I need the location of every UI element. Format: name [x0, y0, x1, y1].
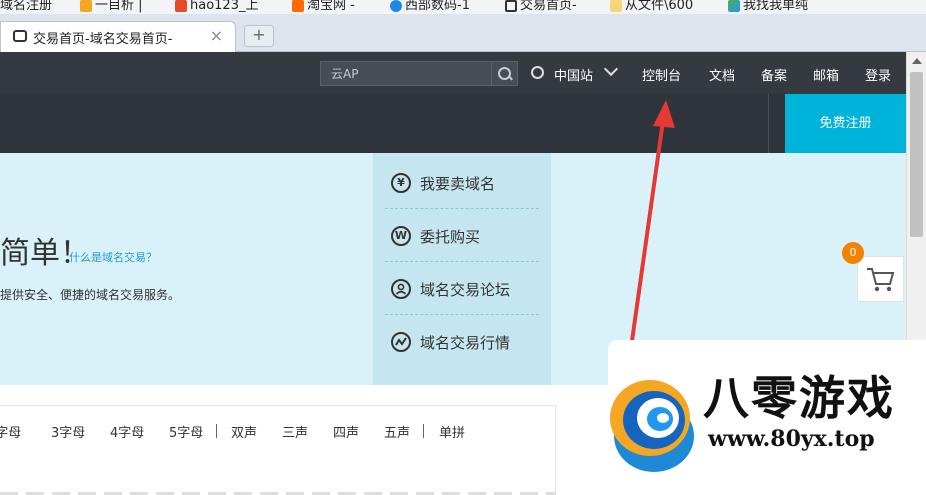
side-menu: ¥ 我要卖域名 W 委托购买 域名交易论坛 域名交易行情 [373, 153, 551, 385]
bookmark-label: 西部数码-1 [405, 0, 470, 13]
annotation-arrow [630, 100, 675, 342]
bookmark-icon [505, 0, 517, 12]
bookmark-label: hao123_上 [190, 0, 259, 13]
yen-icon: ¥ [391, 173, 411, 193]
bookmark-label: 淘宝网 - [307, 0, 355, 13]
w-icon: W [391, 226, 411, 246]
bookmark-item[interactable]: 我找我单纯 [728, 0, 808, 13]
bookmark-item[interactable]: 淘宝网 - [292, 0, 355, 13]
watermark-title: 八零游戏 [703, 371, 895, 425]
new-tab-button[interactable]: + [244, 25, 274, 47]
sub-nav: 免费注册 [0, 94, 906, 153]
bookmark-icon [292, 0, 304, 12]
wave-logo-icon [610, 380, 694, 472]
filter-quad-pinyin[interactable]: 四声 [333, 422, 359, 441]
hero-description: 提供安全、便捷的域名交易服务。 [0, 288, 181, 302]
bookmark-icon [728, 0, 740, 12]
person-icon [391, 279, 411, 299]
bookmark-label: 从文件\600 [625, 0, 694, 13]
filter-panel [0, 405, 556, 495]
trend-icon [391, 332, 411, 352]
tab-title: 交易首页-域名交易首页- [33, 32, 173, 47]
nav-console[interactable]: 控制台 [642, 65, 681, 84]
bookmark-item[interactable]: 西部数码-1 [390, 0, 470, 13]
free-register-button[interactable]: 免费注册 [785, 94, 906, 153]
bookmark-icon [175, 0, 187, 12]
bookmark-item[interactable]: 域名注册 [0, 0, 52, 13]
filter-triple-pinyin[interactable]: 三声 [282, 422, 308, 441]
search-icon-handle [508, 75, 513, 81]
divider [768, 94, 769, 153]
nav-login[interactable]: 登录 [865, 65, 891, 84]
bookmark-item[interactable]: 交易首页- [505, 0, 577, 13]
globe-icon [531, 66, 544, 79]
filter-double-pinyin[interactable]: 双声 [231, 422, 257, 441]
menu-item-label: 域名交易论坛 [420, 281, 511, 299]
what-is-trading-link[interactable]: 什么是域名交易？ [69, 249, 157, 265]
watermark-url: www.80yx.top [708, 426, 875, 452]
search-button[interactable] [491, 62, 517, 85]
scrollbar-thumb[interactable] [910, 72, 923, 237]
page-icon [13, 30, 27, 42]
filter-separator [423, 424, 424, 438]
bookmark-label: 一目析 | [95, 0, 143, 13]
filter-2-letter[interactable]: 2字母 [0, 422, 21, 441]
filter-single-pinyin[interactable]: 单拼 [439, 422, 465, 441]
filter-separator [216, 424, 217, 438]
close-icon[interactable]: × [210, 26, 223, 45]
filter-5-letter[interactable]: 5字母 [169, 422, 203, 441]
nav-mail[interactable]: 邮箱 [813, 65, 839, 84]
filter-five-pinyin[interactable]: 五声 [384, 422, 410, 441]
bookmark-label: 交易首页- [520, 0, 577, 13]
menu-item-market[interactable]: 域名交易行情 [385, 315, 539, 367]
bookmark-item[interactable]: 一目析 | [80, 0, 143, 13]
bookmark-icon [390, 0, 402, 12]
scroll-up-icon[interactable] [912, 58, 922, 64]
bookmark-icon [80, 0, 92, 12]
top-nav: 云AP 中国站 控制台 文档 备案 邮箱 登录 [0, 52, 906, 94]
menu-item-sell-domain[interactable]: ¥ 我要卖域名 [385, 156, 539, 209]
tab-strip: 交易首页-域名交易首页- × + [0, 14, 926, 52]
bookmark-item[interactable]: 从文件\600 [610, 0, 693, 13]
bookmarks-bar: 域名注册 一目析 | hao123_上 淘宝网 - 西部数码-1 交易首页- 从… [0, 0, 926, 14]
filter-3-letter[interactable]: 3字母 [51, 422, 85, 441]
watermark: 八零游戏 www.80yx.top [608, 340, 926, 495]
menu-item-entrust-buy[interactable]: W 委托购买 [385, 209, 539, 262]
folder-icon [610, 0, 622, 12]
nav-beian[interactable]: 备案 [761, 65, 787, 84]
menu-item-label: 域名交易行情 [420, 334, 511, 352]
nav-docs[interactable]: 文档 [709, 65, 735, 84]
cart-count-badge: 0 [842, 242, 864, 264]
cart-icon [867, 268, 895, 292]
search-placeholder: 云AP [331, 67, 359, 81]
filter-4-letter[interactable]: 4字母 [110, 422, 144, 441]
bookmark-label: 域名注册 [0, 0, 53, 13]
menu-item-label: 委托购买 [420, 228, 481, 246]
cart-button[interactable] [857, 256, 904, 302]
bookmark-item[interactable]: hao123_上 [175, 0, 258, 13]
region-selector[interactable]: 中国站 [554, 65, 593, 84]
chevron-down-icon[interactable] [603, 61, 619, 77]
browser-tab[interactable]: 交易首页-域名交易首页- × [0, 21, 236, 52]
menu-item-label: 我要卖域名 [420, 175, 496, 193]
search-input[interactable]: 云AP [320, 61, 518, 86]
menu-item-forum[interactable]: 域名交易论坛 [385, 262, 539, 315]
bookmark-label: 我找我单纯 [743, 0, 809, 13]
